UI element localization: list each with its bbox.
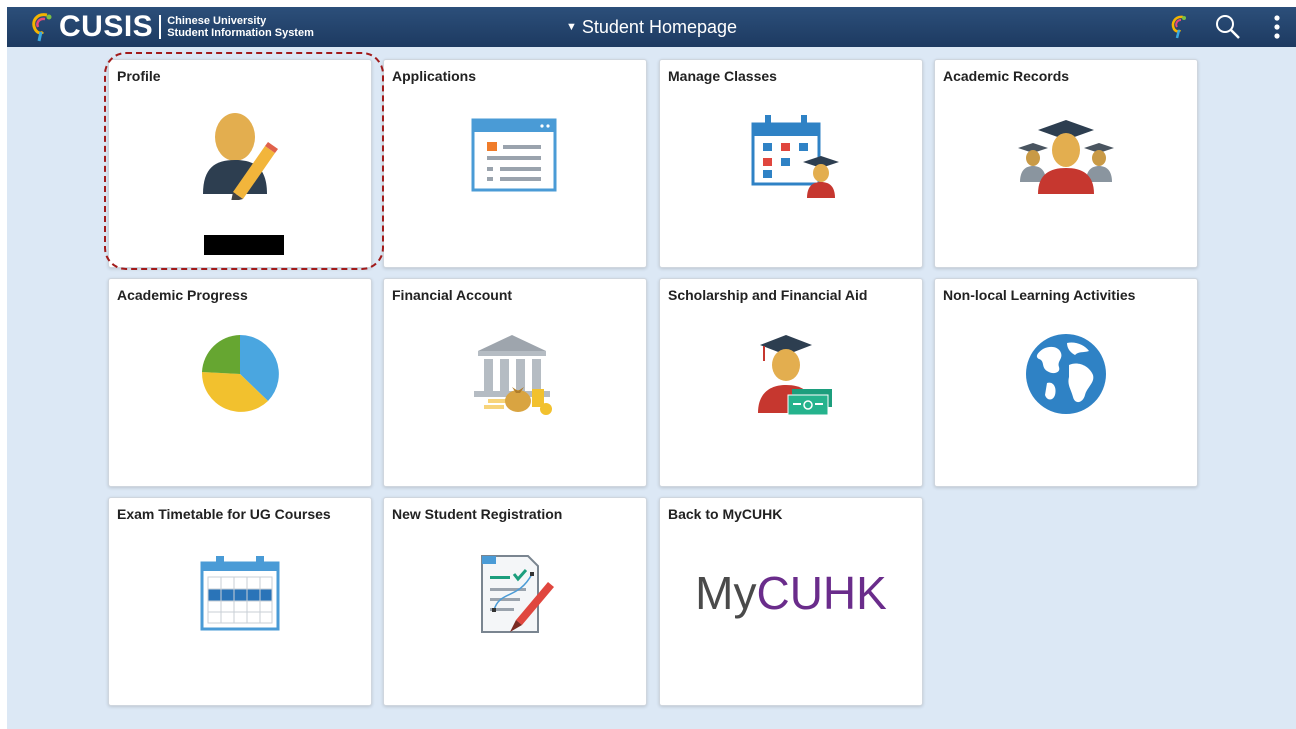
manage-classes-icon [660, 105, 922, 205]
tile-financial-account[interactable]: Financial Account [383, 278, 647, 487]
scholarship-icon [660, 324, 922, 424]
page-title-dropdown[interactable]: ▼ Student Homepage [7, 7, 1296, 47]
tile-exam-timetable[interactable]: Exam Timetable for UG Courses [108, 497, 372, 706]
tile-profile[interactable]: Profile [108, 59, 372, 268]
mycuhk-logo-text: MyCUHK [695, 566, 887, 620]
globe-icon [935, 324, 1197, 424]
registration-form-icon [384, 543, 646, 643]
academic-records-icon [935, 105, 1197, 205]
profile-icon [109, 105, 371, 205]
tile-title: Non-local Learning Activities [943, 287, 1136, 303]
navbar-icon[interactable] [1170, 13, 1188, 41]
tile-title: Manage Classes [668, 68, 777, 84]
mycuhk-cuhk: CUHK [756, 567, 887, 619]
tile-academic-progress[interactable]: Academic Progress [108, 278, 372, 487]
mycuhk-logo: MyCUHK [660, 543, 922, 643]
tile-title: Financial Account [392, 287, 513, 303]
actions-menu-icon[interactable] [1273, 13, 1281, 41]
header-bar: CUSIS Chinese University Student Informa… [7, 7, 1296, 47]
page-title: Student Homepage [581, 16, 737, 37]
search-icon[interactable] [1215, 13, 1241, 41]
tile-title: Exam Timetable for UG Courses [117, 506, 331, 522]
tile-back-to-mycuhk[interactable]: Back to MyCUHK MyCUHK [659, 497, 923, 706]
tile-scholarship[interactable]: Scholarship and Financial Aid [659, 278, 923, 487]
bank-icon [384, 324, 646, 424]
tile-manage-classes[interactable]: Manage Classes [659, 59, 923, 268]
tile-title: Back to MyCUHK [668, 506, 783, 522]
calendar-icon [109, 543, 371, 643]
tile-title: Academic Progress [117, 287, 248, 303]
tile-non-local-learning[interactable]: Non-local Learning Activities [934, 278, 1198, 487]
tile-title: Profile [117, 68, 161, 84]
tile-title: Scholarship and Financial Aid [668, 287, 868, 303]
tile-academic-records[interactable]: Academic Records [934, 59, 1198, 268]
tile-title: New Student Registration [392, 506, 563, 522]
tile-title: Academic Records [943, 68, 1070, 84]
mycuhk-my: My [695, 567, 757, 619]
pie-chart-icon [109, 324, 371, 424]
tile-title: Applications [392, 68, 477, 84]
tile-new-student-registration[interactable]: New Student Registration [383, 497, 647, 706]
redacted-name [204, 235, 284, 255]
caret-down-icon: ▼ [566, 21, 577, 33]
applications-icon [384, 105, 646, 205]
tile-applications[interactable]: Applications [383, 59, 647, 268]
